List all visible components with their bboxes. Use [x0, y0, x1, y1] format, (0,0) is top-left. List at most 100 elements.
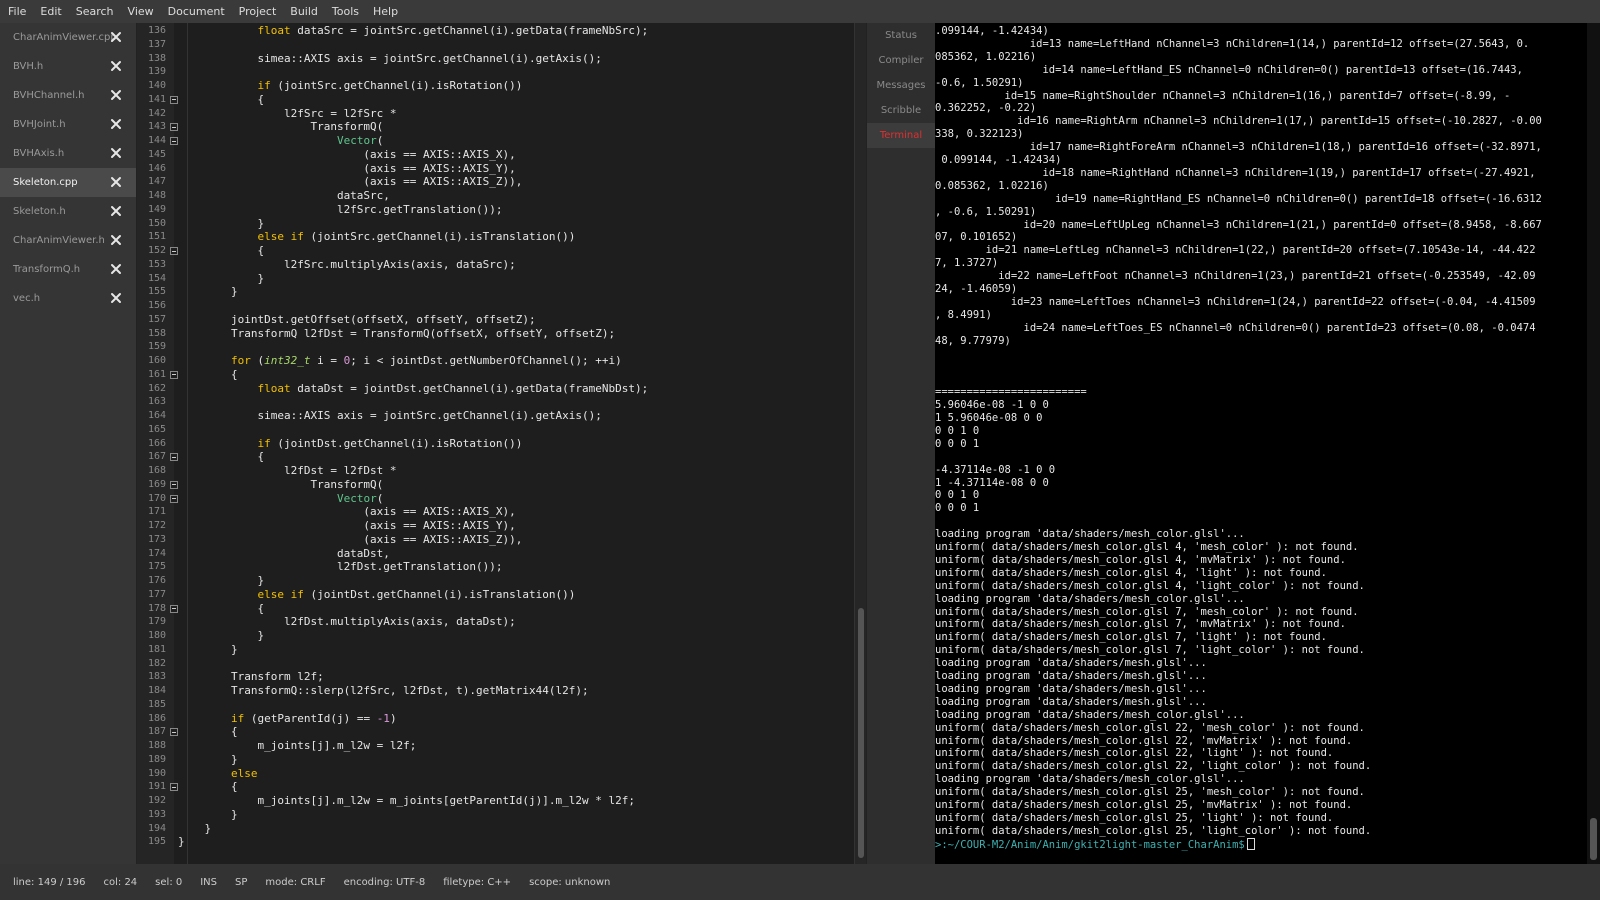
code-line[interactable]: 144 Vector(	[137, 134, 854, 148]
fold-toggle-icon[interactable]	[170, 370, 178, 379]
code-line[interactable]: 175 l2fDst.getTranslation());	[137, 560, 854, 574]
code-line[interactable]: 150 }	[137, 217, 854, 231]
close-icon[interactable]	[110, 205, 122, 217]
code-line[interactable]: 159	[137, 340, 854, 354]
fold-toggle-icon[interactable]	[170, 728, 178, 737]
code-line[interactable]: 193 }	[137, 808, 854, 822]
code-line[interactable]: 146 (axis == AXIS::AXIS_Y),	[137, 162, 854, 176]
code-line[interactable]: 168 l2fDst = l2fDst *	[137, 464, 854, 478]
menu-search[interactable]: Search	[76, 5, 114, 18]
code-line[interactable]: 167 {	[137, 450, 854, 464]
document-item[interactable]: BVHJoint.h	[0, 110, 136, 139]
code-line[interactable]: 176 }	[137, 574, 854, 588]
menu-project[interactable]: Project	[239, 5, 277, 18]
code-line[interactable]: 164 simea::AXIS axis = jointSrc.getChann…	[137, 409, 854, 423]
editor-scroll-thumb[interactable]	[858, 608, 864, 858]
menu-build[interactable]: Build	[290, 5, 318, 18]
code-line[interactable]: 156	[137, 299, 854, 313]
close-icon[interactable]	[110, 234, 122, 246]
code-line[interactable]: 190 else	[137, 767, 854, 781]
code-line[interactable]: 137	[137, 38, 854, 52]
terminal[interactable]: .099144, -1.42434) id=13 name=LeftHand n…	[935, 23, 1600, 864]
code-line[interactable]: 141 {	[137, 93, 854, 107]
document-item[interactable]: BVH.h	[0, 52, 136, 81]
close-icon[interactable]	[110, 176, 122, 188]
code-line[interactable]: 143 TransformQ(	[137, 120, 854, 134]
document-item[interactable]: BVHAxis.h	[0, 139, 136, 168]
tab-scribble[interactable]: Scribble	[867, 98, 935, 123]
menu-file[interactable]: File	[8, 5, 26, 18]
document-item[interactable]: TransformQ.h	[0, 255, 136, 284]
menu-tools[interactable]: Tools	[332, 5, 359, 18]
code-line[interactable]: 140 if (jointSrc.getChannel(i).isRotatio…	[137, 79, 854, 93]
code-line[interactable]: 192 m_joints[j].m_l2w = m_joints[getPare…	[137, 794, 854, 808]
code-line[interactable]: 177 else if (jointDst.getChannel(i).isTr…	[137, 588, 854, 602]
close-icon[interactable]	[110, 292, 122, 304]
fold-toggle-icon[interactable]	[170, 247, 178, 255]
code-line[interactable]: 157 jointDst.getOffset(offsetX, offsetY,…	[137, 313, 854, 327]
code-line[interactable]: 154 }	[137, 272, 854, 286]
code-line[interactable]: 148 dataSrc,	[137, 189, 854, 203]
code-line[interactable]: 169 TransformQ(	[137, 478, 854, 492]
fold-toggle-icon[interactable]	[170, 480, 178, 489]
code-line[interactable]: 160 for (int32_t i = 0; i < jointDst.get…	[137, 354, 854, 368]
code-editor[interactable]: 136 float dataSrc = jointSrc.getChannel(…	[137, 23, 866, 864]
code-line[interactable]: 180 }	[137, 629, 854, 643]
code-line[interactable]: 155 }	[137, 285, 854, 299]
code-line[interactable]: 181 }	[137, 643, 854, 657]
code-line[interactable]: 170 Vector(	[137, 492, 854, 506]
document-item[interactable]: BVHChannel.h	[0, 81, 136, 110]
menu-document[interactable]: Document	[168, 5, 225, 18]
code-line[interactable]: 145 (axis == AXIS::AXIS_X),	[137, 148, 854, 162]
fold-toggle-icon[interactable]	[170, 604, 178, 613]
tab-messages[interactable]: Messages	[867, 73, 935, 98]
code-line[interactable]: 189 }	[137, 753, 854, 767]
terminal-scrollbar[interactable]	[1587, 23, 1600, 864]
tab-compiler[interactable]: Compiler	[867, 48, 935, 73]
code-line[interactable]: 191 {	[137, 780, 854, 794]
tab-terminal[interactable]: Terminal	[867, 123, 935, 148]
code-line[interactable]: 174 dataDst,	[137, 547, 854, 561]
code-line[interactable]: 153 l2fSrc.multiplyAxis(axis, dataSrc);	[137, 258, 854, 272]
close-icon[interactable]	[110, 118, 122, 130]
code-line[interactable]: 139	[137, 65, 854, 79]
code-line[interactable]: 188 m_joints[j].m_l2w = l2f;	[137, 739, 854, 753]
code-line[interactable]: 158 TransformQ l2fDst = TransformQ(offse…	[137, 327, 854, 341]
code-line[interactable]: 151 else if (jointSrc.getChannel(i).isTr…	[137, 230, 854, 244]
fold-toggle-icon[interactable]	[170, 95, 178, 104]
code-line[interactable]: 171 (axis == AXIS::AXIS_X),	[137, 505, 854, 519]
document-item[interactable]: CharAnimViewer.cpp	[0, 23, 136, 52]
fold-toggle-icon[interactable]	[170, 494, 178, 503]
code-line[interactable]: 149 l2fSrc.getTranslation());	[137, 203, 854, 217]
document-item[interactable]: CharAnimViewer.h	[0, 226, 136, 255]
code-line[interactable]: 142 l2fSrc = l2fSrc *	[137, 107, 854, 121]
code-line[interactable]: 138 simea::AXIS axis = jointSrc.getChann…	[137, 52, 854, 66]
terminal-prompt-line[interactable]: >:~/COUR-M2/Anim/Anim/gkit2light-master_…	[935, 837, 1585, 851]
code-line[interactable]: 161 {	[137, 368, 854, 382]
code-line[interactable]: 186 if (getParentId(j) == -1)	[137, 712, 854, 726]
close-icon[interactable]	[110, 263, 122, 275]
fold-toggle-icon[interactable]	[170, 453, 178, 462]
menu-edit[interactable]: Edit	[40, 5, 61, 18]
code-line[interactable]: 165	[137, 423, 854, 437]
code-line[interactable]: 163	[137, 395, 854, 409]
code-line[interactable]: 185	[137, 698, 854, 712]
menu-view[interactable]: View	[128, 5, 154, 18]
code-line[interactable]: 136 float dataSrc = jointSrc.getChannel(…	[137, 24, 854, 38]
menu-help[interactable]: Help	[373, 5, 398, 18]
code-line[interactable]: 147 (axis == AXIS::AXIS_Z)),	[137, 175, 854, 189]
close-icon[interactable]	[110, 89, 122, 101]
document-item[interactable]: Skeleton.cpp	[0, 168, 136, 197]
code-line[interactable]: 187 {	[137, 725, 854, 739]
code-line[interactable]: 173 (axis == AXIS::AXIS_Z)),	[137, 533, 854, 547]
close-icon[interactable]	[110, 31, 122, 43]
terminal-scroll-thumb[interactable]	[1590, 818, 1597, 860]
document-item[interactable]: vec.h	[0, 284, 136, 313]
close-icon[interactable]	[110, 147, 122, 159]
code-line[interactable]: 166 if (jointDst.getChannel(i).isRotatio…	[137, 437, 854, 451]
code-line[interactable]: 152 {	[137, 244, 854, 258]
code-line[interactable]: 194 }	[137, 822, 854, 836]
code-line[interactable]: 179 l2fDst.multiplyAxis(axis, dataDst);	[137, 615, 854, 629]
code-line[interactable]: 195}	[137, 835, 854, 849]
code-line[interactable]: 182	[137, 657, 854, 671]
